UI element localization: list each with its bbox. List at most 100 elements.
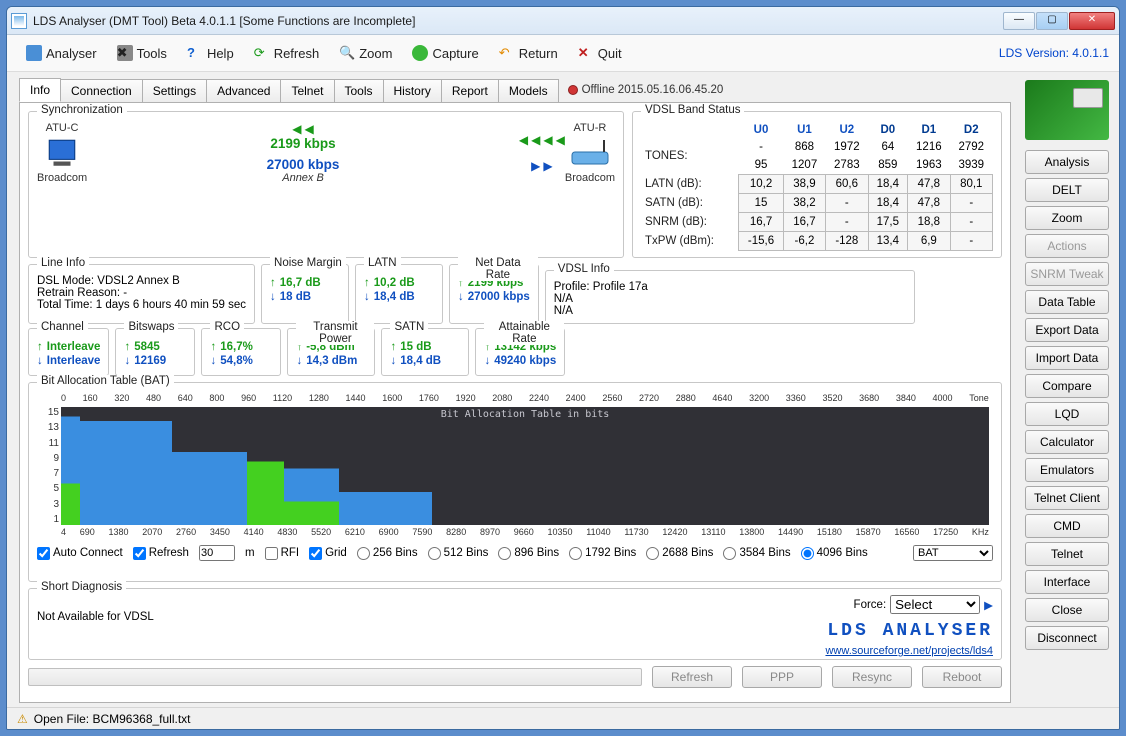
channel-group: ChannelInterleaveInterleave <box>28 328 109 376</box>
tab-connection[interactable]: Connection <box>60 79 143 102</box>
bins-2688[interactable]: 2688 Bins <box>646 547 713 560</box>
bitswaps-group: Bitswaps584512169 <box>115 328 195 376</box>
side-telnet-button[interactable]: Telnet <box>1025 542 1109 566</box>
side-snrm-tweak-button[interactable]: SNRM Tweak <box>1025 262 1109 286</box>
bat-dropdown[interactable]: BAT <box>913 545 993 561</box>
maximize-button[interactable]: ▢ <box>1036 12 1068 30</box>
bat-yaxis: 15131197531 <box>39 407 59 525</box>
side-actions-button[interactable]: Actions <box>1025 234 1109 258</box>
status-text: Open File: BCM96368_full.txt <box>34 712 191 726</box>
lds-logo: LDS ANALYSER <box>827 621 993 641</box>
help-icon: ? <box>187 45 203 61</box>
bat-xaxis-bottom: 4690138020702760345041404830552062106900… <box>61 527 989 541</box>
tools-icon: ✖ <box>117 45 133 61</box>
return-button[interactable]: ↶Return <box>490 41 567 65</box>
bins-256[interactable]: 256 Bins <box>357 547 418 560</box>
close-button[interactable]: ✕ <box>1069 12 1115 30</box>
analyser-button[interactable]: Analyser <box>17 41 106 65</box>
window-title: LDS Analyser (DMT Tool) Beta 4.0.1.1 [So… <box>33 14 1003 28</box>
bins-3584[interactable]: 3584 Bins <box>723 547 790 560</box>
bins-1792[interactable]: 1792 Bins <box>569 547 636 560</box>
tab-settings[interactable]: Settings <box>142 79 207 102</box>
side-emulators-button[interactable]: Emulators <box>1025 458 1109 482</box>
side-delt-button[interactable]: DELT <box>1025 178 1109 202</box>
tools-button[interactable]: ✖Tools <box>108 41 176 65</box>
ppp-button[interactable]: PPP <box>742 666 822 688</box>
app-icon <box>11 13 27 29</box>
version-label: LDS Version: 4.0.1.1 <box>999 46 1109 60</box>
rco-group: RCO16,7%54,8% <box>201 328 281 376</box>
refresh-icon: ⟳ <box>254 45 270 61</box>
side-compare-button[interactable]: Compare <box>1025 374 1109 398</box>
diagnosis-group: Short Diagnosis Not Available for VDSL F… <box>28 588 1002 660</box>
rate-dn: 27000 kbps <box>87 157 519 172</box>
bat-group: Bit Allocation Table (BAT) 15131197531 0… <box>28 382 1002 582</box>
side-disconnect-button[interactable]: Disconnect <box>1025 626 1109 650</box>
statusbar: ⚠ Open File: BCM96368_full.txt <box>7 707 1119 729</box>
attainable-group: Attainable Rate13142 kbps49240 kbps <box>475 328 565 376</box>
txpower-group: Transmit Power-5,8 dBm14,3 dBm <box>287 328 375 376</box>
tab-models[interactable]: Models <box>498 79 559 102</box>
force-select[interactable]: Select <box>890 595 980 614</box>
refresh-checkbox[interactable]: Refresh <box>133 547 189 560</box>
offline-status: Offline 2015.05.16.06.45.20 <box>568 84 724 96</box>
computer-icon <box>45 136 79 170</box>
minimize-button[interactable]: — <box>1003 12 1035 30</box>
tab-report[interactable]: Report <box>441 79 499 102</box>
side-calculator-button[interactable]: Calculator <box>1025 430 1109 454</box>
tab-tools[interactable]: Tools <box>334 79 384 102</box>
side-import-data-button[interactable]: Import Data <box>1025 346 1109 370</box>
tab-telnet[interactable]: Telnet <box>280 79 334 102</box>
grid-checkbox[interactable]: Grid <box>309 547 347 560</box>
quit-icon: ✕ <box>578 45 594 61</box>
netdatarate-group: Net Data Rate2199 kbps27000 kbps <box>449 264 539 324</box>
project-link[interactable]: www.sourceforge.net/projects/lds4 <box>825 645 993 657</box>
atu-r: ATU-R Broadcom <box>565 122 615 184</box>
resync-button[interactable]: Resync <box>832 666 912 688</box>
side-export-data-button[interactable]: Export Data <box>1025 318 1109 342</box>
side-interface-button[interactable]: Interface <box>1025 570 1109 594</box>
force-play-icon[interactable]: ▶ <box>984 598 993 612</box>
tab-history[interactable]: History <box>383 79 442 102</box>
tab-info[interactable]: Info <box>19 78 61 102</box>
refresh-spinner[interactable] <box>199 545 235 561</box>
vdsl-info-group: VDSL Info Profile: Profile 17aN/AN/A <box>545 270 915 324</box>
capture-icon <box>412 45 428 61</box>
lineinfo-group: Line Info DSL Mode: VDSL2 Annex B Retrai… <box>28 264 255 324</box>
info-panel: Synchronization ATU-C Broadcom ◀◀ 2199 k… <box>19 102 1011 703</box>
atu-c: ATU-C Broadcom <box>37 122 87 184</box>
quit-button[interactable]: ✕Quit <box>569 41 631 65</box>
bat-chart[interactable]: Bit Allocation Table in bits <box>61 407 989 525</box>
latn-group: LATN10,2 dB18,4 dB <box>355 264 443 324</box>
autoconnect-checkbox[interactable]: Auto Connect <box>37 547 123 560</box>
side-data-table-button[interactable]: Data Table <box>1025 290 1109 314</box>
side-zoom-button[interactable]: Zoom <box>1025 206 1109 230</box>
zoom-icon: 🔍 <box>339 45 355 61</box>
help-button[interactable]: ?Help <box>178 41 243 65</box>
refresh-bottom-button[interactable]: Refresh <box>652 666 732 688</box>
titlebar: LDS Analyser (DMT Tool) Beta 4.0.1.1 [So… <box>7 7 1119 35</box>
rate-up: 2199 kbps <box>87 136 519 151</box>
side-cmd-button[interactable]: CMD <box>1025 514 1109 538</box>
analyser-icon <box>26 45 42 61</box>
pcb-image <box>1025 80 1109 140</box>
bins-4096[interactable]: 4096 Bins <box>801 547 868 560</box>
bins-512[interactable]: 512 Bins <box>428 547 489 560</box>
capture-button[interactable]: Capture <box>403 41 487 65</box>
zoom-button[interactable]: 🔍Zoom <box>330 41 401 65</box>
reboot-button[interactable]: Reboot <box>922 666 1002 688</box>
rfi-checkbox[interactable]: RFI <box>265 547 300 560</box>
side-lqd-button[interactable]: LQD <box>1025 402 1109 426</box>
toolbar: Analyser ✖Tools ?Help ⟳Refresh 🔍Zoom Cap… <box>7 35 1119 72</box>
side-telnet-client-button[interactable]: Telnet Client <box>1025 486 1109 510</box>
router-icon <box>567 138 613 168</box>
bins-896[interactable]: 896 Bins <box>498 547 559 560</box>
sync-legend: Synchronization <box>37 104 127 116</box>
side-analysis-button[interactable]: Analysis <box>1025 150 1109 174</box>
refresh-button[interactable]: ⟳Refresh <box>245 41 329 65</box>
progress-bar <box>28 668 642 686</box>
side-close-button[interactable]: Close <box>1025 598 1109 622</box>
bands-table: U0U1U2D0D1D2 TONES:-86819726412162792 95… <box>641 122 993 251</box>
bat-xaxis-top: 0160320480640800960112012801440160017601… <box>61 393 989 405</box>
tab-advanced[interactable]: Advanced <box>206 79 281 102</box>
